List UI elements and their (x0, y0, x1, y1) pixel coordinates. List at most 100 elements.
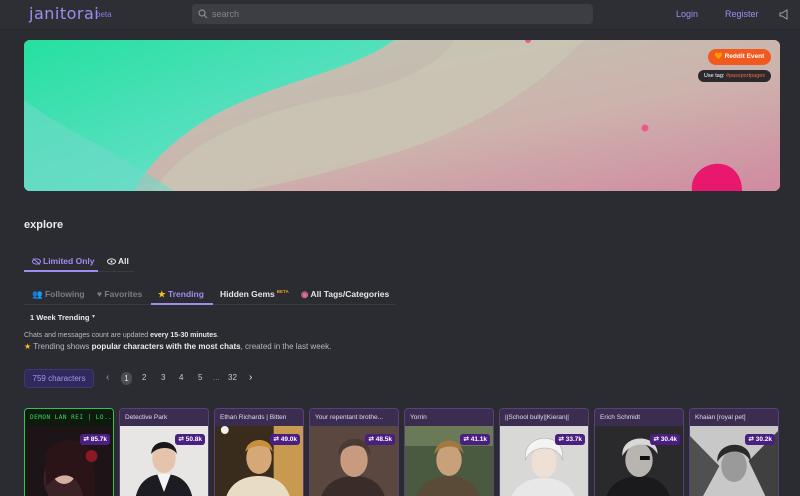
page-5[interactable]: 5 (198, 373, 202, 382)
filter-all-label: All (118, 256, 129, 266)
logo[interactable]: janitorai (29, 4, 99, 23)
chat-count: 30.2k (755, 436, 772, 443)
chat-count: 85.7k (90, 436, 107, 443)
people-icon: 👥 (32, 289, 43, 299)
eye-slash-icon (32, 258, 41, 265)
chevron-down-icon[interactable]: ▾ (92, 313, 95, 320)
character-card[interactable]: Your repentant brothe... ⇄ 48.5k (309, 408, 399, 496)
update-info-text: Chats and messages count are updated (24, 332, 151, 339)
page-1[interactable]: 1 (121, 372, 132, 385)
card-title: Detective Park (120, 409, 208, 426)
character-count: 759 characters (24, 369, 94, 388)
chat-icon: ⇄ (83, 436, 89, 443)
filter-limited-label: Limited Only (43, 256, 95, 266)
search-bar[interactable] (192, 4, 593, 24)
register-link[interactable]: Register (725, 9, 759, 19)
tab-hidden-gems[interactable]: Hidden Gems BETA (220, 289, 289, 299)
banner-artwork (24, 40, 780, 191)
chat-count-badge: ⇄ 50.8k (175, 434, 205, 445)
trending-info-end: , created in the last week. (240, 342, 332, 351)
tab-all-tags-label: All Tags/Categories (310, 289, 390, 299)
character-card[interactable]: Ethan Richards | Bitten ⇄ 49.0k (214, 408, 304, 496)
tab-all-tags[interactable]: ◉ All Tags/Categories (301, 289, 389, 300)
hidden-gems-beta-badge: BETA (276, 289, 289, 294)
character-card[interactable]: ||School bully||Kieran|| ⇄ 33.7k (499, 408, 589, 496)
tab-active-indicator (151, 303, 213, 305)
chat-icon: ⇄ (748, 436, 754, 443)
chat-count-badge: ⇄ 85.7k (80, 434, 110, 445)
tab-trending[interactable]: ★ Trending (158, 289, 204, 300)
filter-active-indicator (24, 270, 98, 272)
card-title: DEMON LAN REI | LO... (25, 409, 113, 426)
chat-icon: ⇄ (368, 436, 374, 443)
event-tag-pill: Use tag: #passportpages (698, 70, 771, 82)
update-info-interval: every 15-30 minutes (150, 332, 218, 339)
character-card[interactable]: Yorrin ⇄ 41.1k (404, 408, 494, 496)
tags-icon: ◉ (301, 289, 309, 299)
eye-icon (107, 258, 116, 265)
card-title: Ethan Richards | Bitten (215, 409, 303, 426)
page-32[interactable]: 32 (228, 373, 237, 382)
filter-tabs: Limited Only All (24, 251, 134, 272)
chat-count-badge: ⇄ 48.5k (365, 434, 395, 445)
tab-trending-label: Trending (168, 289, 204, 299)
chat-count-badge: ⇄ 30.2k (745, 434, 775, 445)
filter-all[interactable]: All (107, 256, 129, 266)
card-title: Erich Schmidt (595, 409, 683, 426)
search-icon (198, 9, 208, 19)
character-card[interactable]: Detective Park ⇄ 50.8k (119, 408, 209, 496)
chat-icon: ⇄ (178, 436, 184, 443)
period-select[interactable]: 1 Week Trending (30, 313, 89, 322)
card-title: Yorrin (405, 409, 493, 426)
event-banner[interactable]: 🧡 Reddit Event Use tag: #passportpages (24, 40, 780, 191)
card-title: Khaian [royal pet] (690, 409, 778, 426)
explore-heading: explore (24, 219, 64, 231)
character-card[interactable]: DEMON LAN REI | LO... ⇄ 85.7k (24, 408, 114, 496)
chat-count-badge: ⇄ 49.0k (270, 434, 300, 445)
tab-hidden-gems-label: Hidden Gems (220, 289, 275, 299)
chat-icon: ⇄ (558, 436, 564, 443)
update-info-end: . (217, 332, 219, 339)
chat-icon: ⇄ (273, 436, 279, 443)
page-3[interactable]: 3 (161, 373, 165, 382)
chat-count: 30.4k (660, 436, 677, 443)
explore-tabs: 👥 Following ♥ Favorites ★ Trending Hidde… (24, 285, 396, 305)
chat-count: 49.0k (280, 436, 297, 443)
chat-count: 50.8k (185, 436, 202, 443)
search-input[interactable] (212, 6, 582, 22)
page-2[interactable]: 2 (142, 373, 146, 382)
chat-icon: ⇄ (653, 436, 659, 443)
character-card[interactable]: Khaian [royal pet] ⇄ 30.2k (689, 408, 779, 496)
chevron-right-icon[interactable]: › (249, 372, 252, 383)
tag-prefix: Use tag: (703, 73, 725, 79)
tab-favorites-label: Favorites (104, 289, 143, 299)
top-bar: janitorai beta Login Register (0, 0, 800, 30)
login-link[interactable]: Login (676, 9, 698, 19)
page-4[interactable]: 4 (179, 373, 183, 382)
star-icon: ★ (158, 289, 166, 299)
chat-count-badge: ⇄ 30.4k (650, 434, 680, 445)
announcement-icon[interactable] (778, 8, 790, 20)
tab-following-label: Following (44, 289, 85, 299)
character-card[interactable]: Erich Schmidt ⇄ 30.4k (594, 408, 684, 496)
chat-count-badge: ⇄ 33.7k (555, 434, 585, 445)
card-title: ||School bully||Kieran|| (500, 409, 588, 426)
filter-limited-only[interactable]: Limited Only (32, 256, 94, 266)
card-title: Your repentant brothe... (310, 409, 398, 426)
star-icon: ★ (24, 342, 32, 351)
tab-following[interactable]: 👥 Following (32, 289, 85, 300)
beta-badge: beta (96, 10, 112, 19)
update-info: Chats and messages count are updated eve… (24, 332, 219, 339)
reddit-event-button[interactable]: 🧡 Reddit Event (708, 49, 771, 65)
heart-icon: ♥ (97, 289, 103, 299)
tab-favorites[interactable]: ♥ Favorites (97, 289, 142, 299)
chat-icon: ⇄ (463, 436, 469, 443)
chat-count: 33.7k (565, 436, 582, 443)
trending-info: ★ Trending shows popular characters with… (24, 342, 331, 351)
chat-count: 48.5k (375, 436, 392, 443)
page-ellipsis: ... (213, 373, 220, 382)
chevron-left-icon[interactable]: ‹ (106, 372, 109, 383)
chat-count: 41.1k (470, 436, 487, 443)
chat-count-badge: ⇄ 41.1k (460, 434, 490, 445)
trending-info-highlight: popular characters with the most chats (91, 342, 241, 351)
